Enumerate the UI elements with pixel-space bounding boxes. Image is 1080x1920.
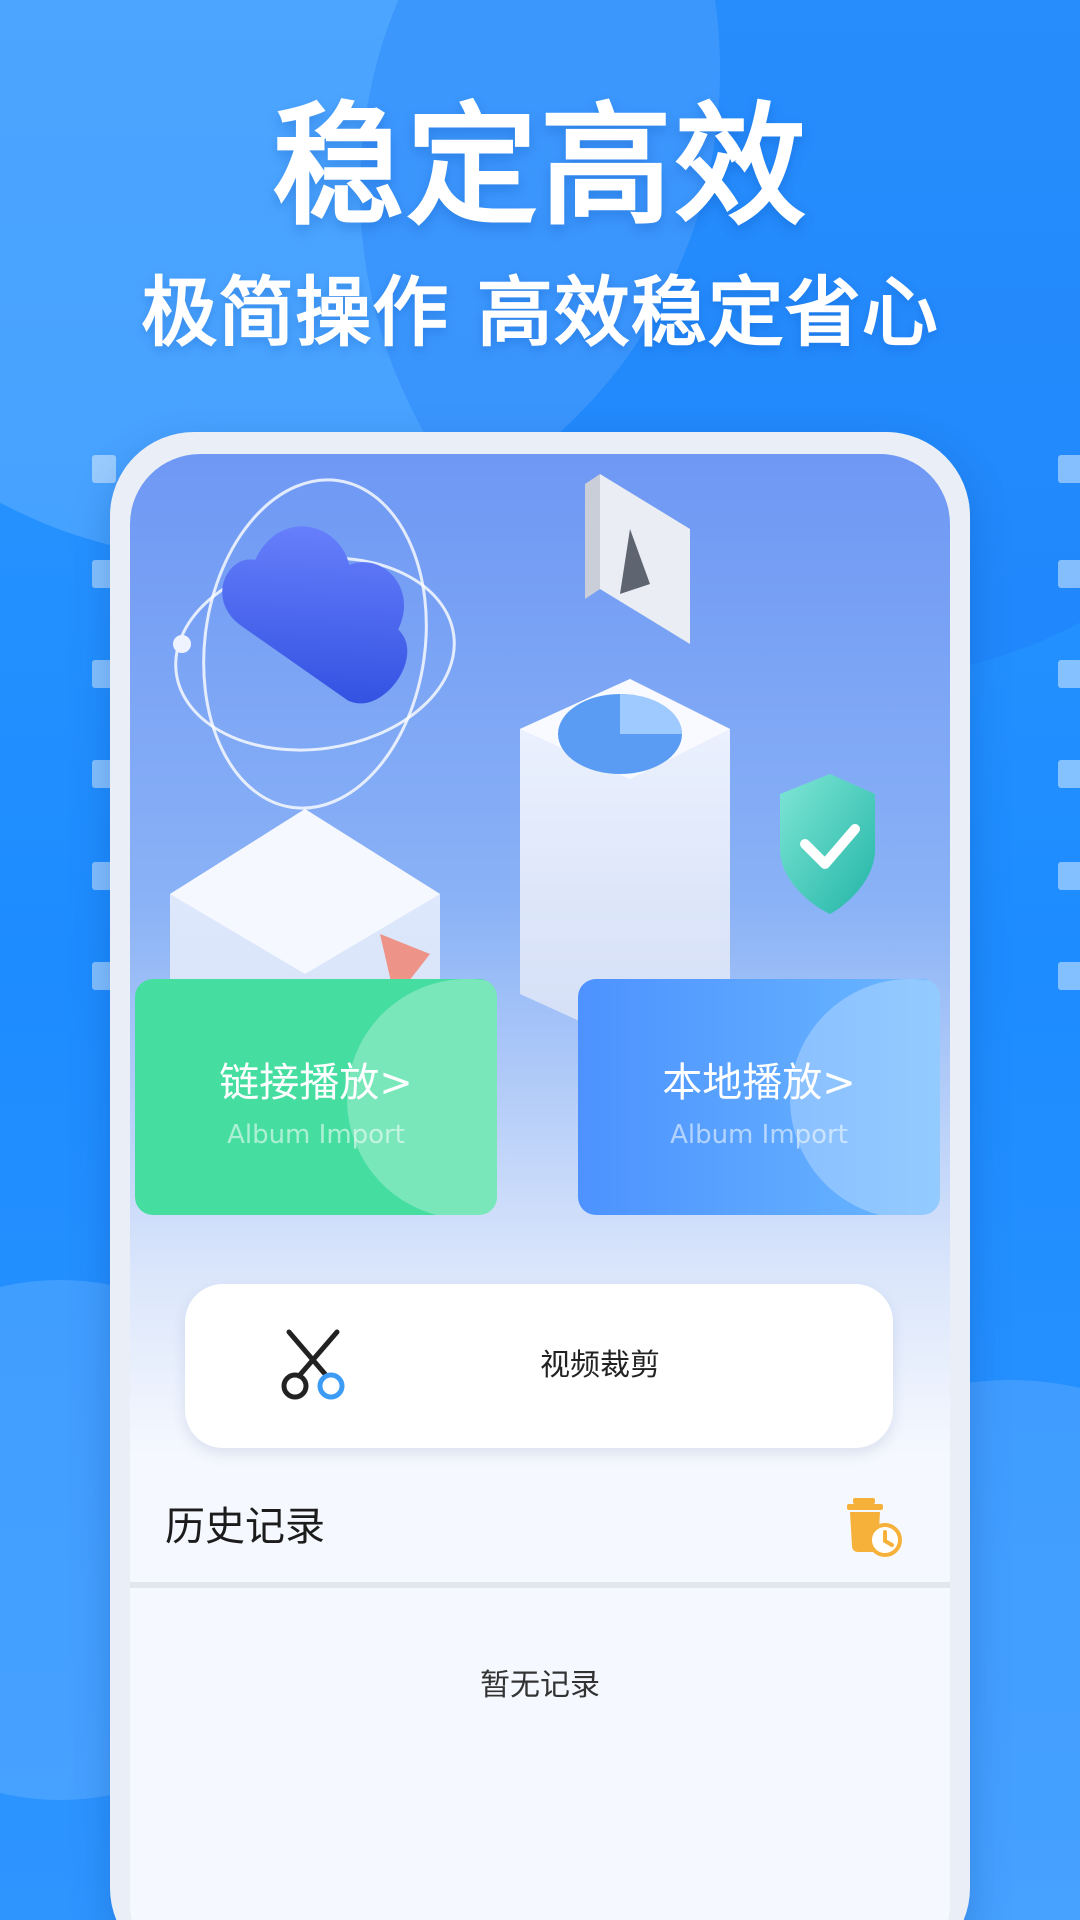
phone-frame: 链接播放> Album Import 本地播放> Album Import 视频… bbox=[110, 432, 970, 1920]
play-tile-icon bbox=[585, 474, 690, 644]
decorative-stripe bbox=[92, 455, 116, 483]
promo-headline: 稳定高效 bbox=[272, 90, 808, 244]
shield-icon bbox=[780, 774, 875, 914]
decorative-stripe bbox=[1058, 760, 1080, 788]
link-play-subtitle: Album Import bbox=[227, 1120, 405, 1150]
local-play-subtitle: Album Import bbox=[670, 1120, 848, 1150]
history-empty-text: 暂无记录 bbox=[480, 1668, 600, 1703]
history-title: 历史记录 bbox=[165, 1504, 325, 1550]
pie-chart-icon bbox=[558, 694, 682, 774]
video-trim-label: 视频裁剪 bbox=[540, 1348, 660, 1383]
decorative-stripe bbox=[1058, 660, 1080, 688]
decorative-stripe bbox=[1058, 862, 1080, 890]
promo-subline: 极简操作 高效稳定省心 bbox=[141, 268, 939, 357]
local-play-title: 本地播放> bbox=[662, 1060, 856, 1106]
trash-clock-icon[interactable] bbox=[847, 1496, 903, 1558]
decorative-stripe bbox=[1058, 455, 1080, 483]
link-play-card[interactable]: 链接播放> Album Import bbox=[135, 979, 497, 1215]
orbit-dot bbox=[173, 635, 191, 653]
decorative-stripe bbox=[1058, 962, 1080, 990]
history-divider bbox=[130, 1582, 950, 1588]
app-screen: 链接播放> Album Import 本地播放> Album Import 视频… bbox=[130, 454, 950, 1920]
link-play-title: 链接播放> bbox=[219, 1060, 413, 1106]
decorative-stripe bbox=[1058, 560, 1080, 588]
scissors-icon bbox=[281, 1329, 345, 1400]
local-play-card[interactable]: 本地播放> Album Import bbox=[578, 979, 940, 1215]
video-trim-button[interactable]: 视频裁剪 bbox=[185, 1284, 893, 1448]
